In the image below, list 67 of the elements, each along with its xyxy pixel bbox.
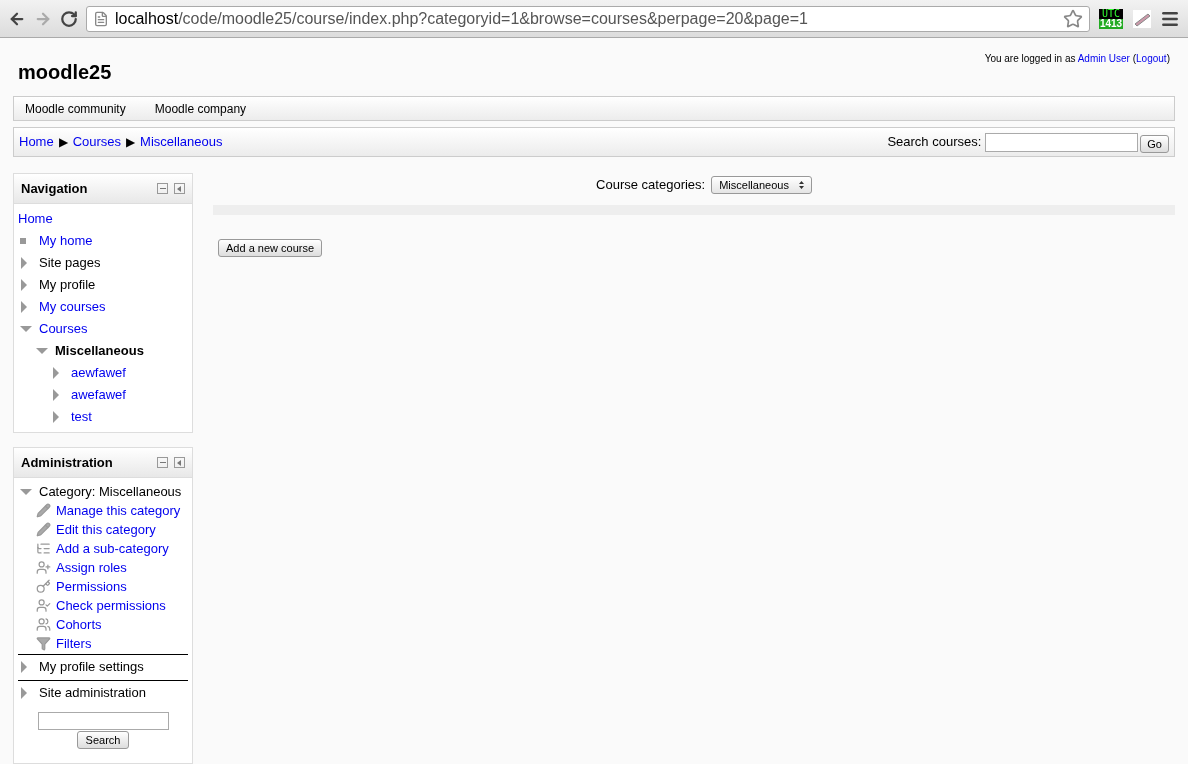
collapsed-arrow-icon[interactable] (52, 389, 60, 401)
breadcrumb-link[interactable]: Miscellaneous (140, 132, 223, 152)
search-label: Search courses: (887, 133, 982, 152)
address-bar[interactable]: localhost/code/moodle25/course/index.php?categoryid=1&browse=courses&perpage=20&page=1 (86, 5, 1090, 32)
custom-menu-item[interactable]: Moodle community (15, 99, 136, 118)
nav-link[interactable]: awefawef (71, 385, 126, 405)
nav-link[interactable]: test (71, 407, 92, 427)
go-button[interactable]: Go (1140, 134, 1169, 153)
breadcrumb-separator: ▶ (126, 134, 136, 151)
minimize-icon[interactable] (157, 457, 168, 468)
nav-item[interactable]: Site pages (39, 253, 101, 273)
admin-search-field[interactable] (37, 712, 169, 730)
nav-link[interactable]: My courses (39, 297, 106, 317)
nav-item[interactable]: Miscellaneous (55, 341, 144, 361)
dock-icon[interactable] (174, 183, 185, 194)
collapsed-arrow-icon[interactable] (20, 661, 28, 673)
clock-extension[interactable]: UTC 1413 (1098, 8, 1124, 29)
dock-icon[interactable] (174, 457, 185, 468)
nav-link[interactable]: aewfawef (71, 363, 126, 383)
minimize-icon[interactable] (157, 183, 168, 194)
block-title: Administration (21, 453, 113, 472)
category-select[interactable]: Miscellaneous (711, 176, 812, 194)
bookmark-star-icon[interactable] (1063, 8, 1083, 29)
breadcrumb-link[interactable]: Courses (72, 132, 122, 152)
nav-link[interactable]: My home (39, 231, 93, 251)
admin-link[interactable]: Filters (56, 633, 92, 654)
reload-icon[interactable] (60, 9, 78, 28)
breadcrumb-separator: ▶ (58, 134, 68, 151)
collapsed-arrow-icon[interactable] (20, 257, 28, 269)
user-link[interactable]: Admin User (1077, 53, 1130, 64)
search-field[interactable] (985, 132, 1139, 152)
expanded-arrow-icon[interactable] (20, 487, 32, 496)
admin-link[interactable]: Cohorts (56, 614, 102, 635)
categories-label: Course categories: (596, 176, 706, 195)
clock-label: UTC (1098, 8, 1124, 19)
collapsed-arrow-icon[interactable] (20, 301, 28, 313)
admin-link[interactable]: Edit this category (56, 519, 156, 540)
nav-link[interactable]: Courses (39, 319, 88, 339)
admin-link[interactable]: Add a sub-category (56, 538, 169, 559)
expanded-arrow-icon[interactable] (36, 347, 48, 355)
collapsed-arrow-icon[interactable] (20, 687, 28, 699)
add-course-button[interactable]: Add a new course (218, 239, 323, 257)
collapsed-arrow-icon[interactable] (52, 411, 60, 423)
custom-menu-item[interactable]: Moodle company (144, 99, 257, 118)
pen-extension-icon[interactable] (1132, 8, 1152, 29)
breadcrumb-link[interactable]: Home (19, 132, 54, 152)
nav-link[interactable]: Home (18, 209, 53, 229)
collapsed-arrow-icon[interactable] (20, 279, 28, 291)
expanded-arrow-icon[interactable] (20, 325, 32, 333)
url-text: localhost/code/moodle25/course/index.php?categoryid=1&browse=courses&perpage=20&page=1 (115, 8, 809, 29)
logout-link[interactable]: Logout (1136, 53, 1167, 64)
select-arrows-icon (798, 181, 804, 189)
nav-item[interactable]: My profile (39, 275, 96, 295)
block-title: Navigation (21, 179, 88, 198)
page-icon (93, 10, 109, 27)
admin-section[interactable]: My profile settings (39, 657, 144, 677)
admin-link[interactable]: Permissions (56, 576, 127, 597)
clock-value: 1413 (1098, 18, 1124, 29)
admin-section[interactable]: Site administration (39, 683, 146, 703)
category-node[interactable]: Category: Miscellaneous (39, 481, 182, 502)
admin-link[interactable]: Check permissions (56, 595, 166, 616)
collapsed-arrow-icon[interactable] (52, 367, 60, 379)
login-info: You are logged in as Admin User (Logout) (984, 52, 1170, 66)
admin-link[interactable]: Assign roles (56, 557, 127, 578)
admin-search-button[interactable]: Search (76, 731, 130, 749)
admin-link[interactable]: Manage this category (56, 500, 181, 521)
site-name[interactable]: moodle25 (18, 57, 112, 96)
